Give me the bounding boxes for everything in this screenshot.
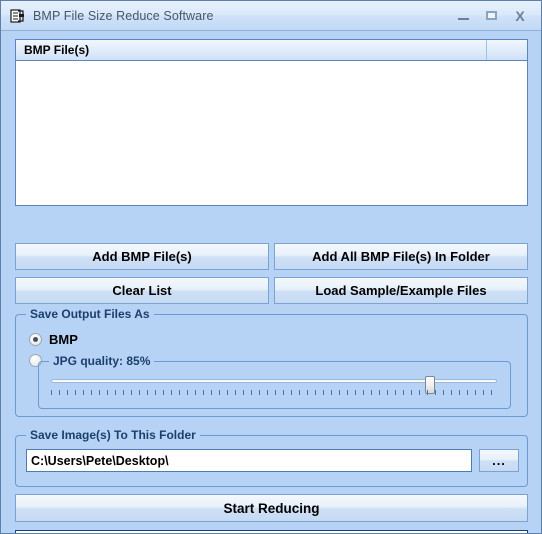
title-bar: BMP File Size Reduce Software X [1, 1, 541, 31]
radio-bmp-indicator-icon [29, 333, 42, 346]
radio-bmp-label: BMP [49, 332, 78, 347]
bmp-file-list[interactable]: BMP File(s) [15, 39, 528, 206]
window-controls: X [457, 9, 537, 23]
load-sample-files-button[interactable]: Load Sample/Example Files [274, 277, 528, 304]
client-area: BMP File(s) Add BMP File(s) Add All BMP … [1, 31, 541, 533]
jpg-quality-group: JPG quality: 85% [38, 354, 511, 409]
window-title: BMP File Size Reduce Software [33, 8, 214, 23]
close-button[interactable]: X [513, 9, 527, 23]
column-header-blank[interactable] [488, 40, 527, 60]
minimize-button[interactable] [457, 9, 471, 23]
jpg-quality-slider[interactable] [51, 376, 497, 402]
maximize-button[interactable] [485, 9, 499, 23]
column-header-bmp-files[interactable]: BMP File(s) [16, 40, 487, 60]
output-folder-input[interactable]: C:\Users\Pete\Desktop\ [26, 449, 472, 472]
jpg-quality-group-title: JPG quality: 85% [49, 354, 155, 368]
save-folder-group-title: Save Image(s) To This Folder [26, 428, 200, 442]
slider-tick-marks [51, 390, 497, 395]
save-output-files-group: Save Output Files As BMP JPG JPG quality… [15, 307, 528, 417]
file-list-header: BMP File(s) [16, 40, 527, 61]
save-folder-group: Save Image(s) To This Folder C:\Users\Pe… [15, 428, 528, 487]
progress-bar: Progress Bar [15, 530, 528, 533]
add-bmp-files-button[interactable]: Add BMP File(s) [15, 243, 269, 270]
application-window: BMP File Size Reduce Software X BMP File… [0, 0, 542, 534]
start-reducing-button[interactable]: Start Reducing [15, 494, 528, 522]
add-all-in-folder-button[interactable]: Add All BMP File(s) In Folder [274, 243, 528, 270]
browse-folder-button[interactable]: ... [479, 449, 519, 472]
application-icon [9, 8, 25, 24]
save-output-files-group-title: Save Output Files As [26, 307, 154, 321]
file-list-body[interactable] [16, 61, 527, 205]
clear-list-button[interactable]: Clear List [15, 277, 269, 304]
radio-option-bmp[interactable]: BMP [29, 332, 78, 347]
